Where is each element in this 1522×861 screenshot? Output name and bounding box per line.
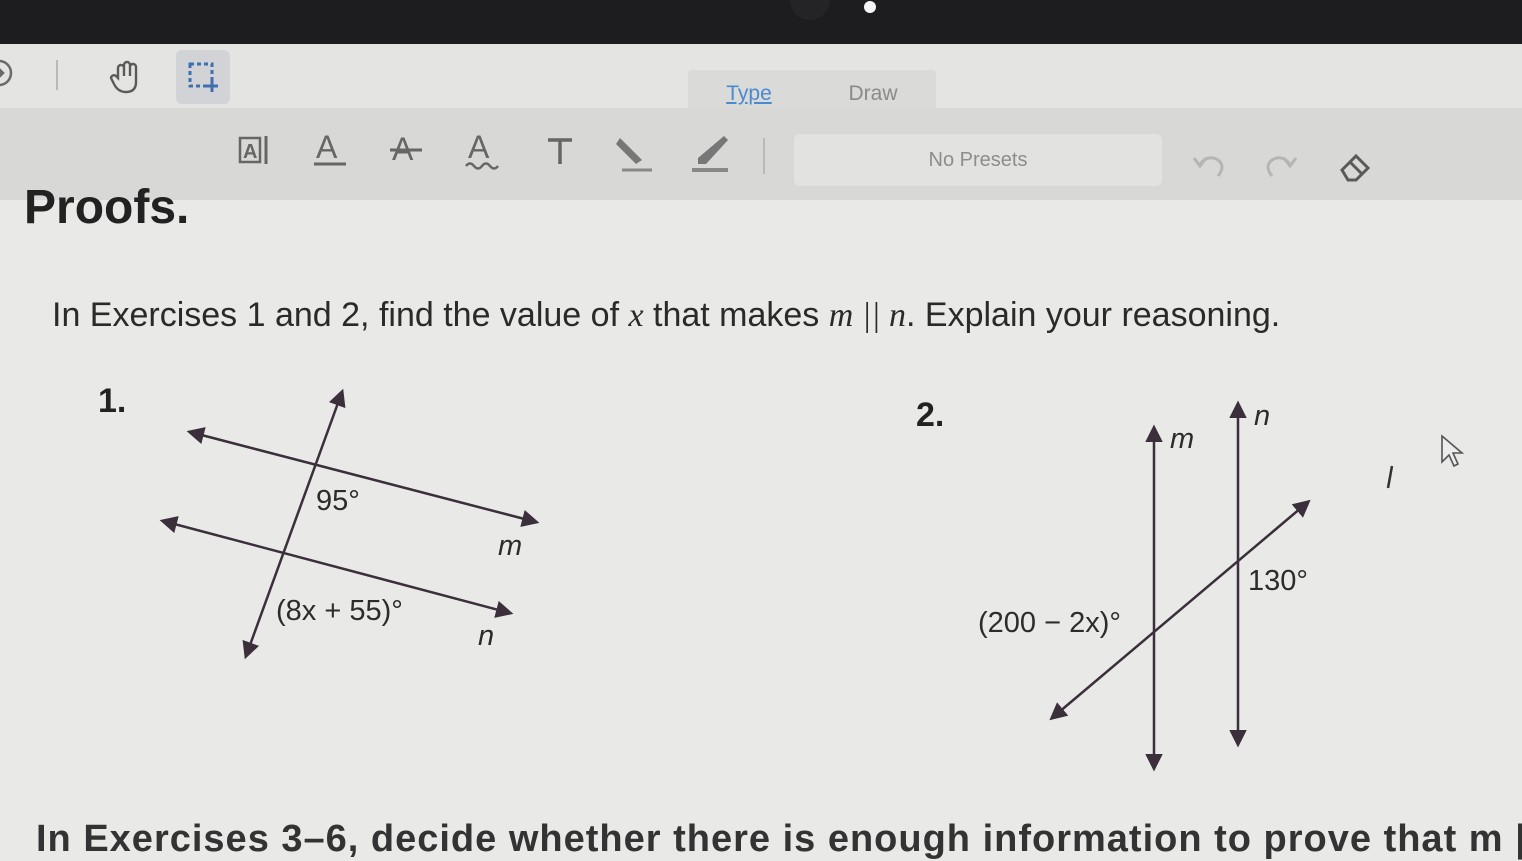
angle-130-label: 130° <box>1248 565 1308 597</box>
angle-95-label: 95° <box>316 485 360 517</box>
mouse-cursor-icon <box>1441 434 1465 468</box>
stray-pen-mark <box>1386 465 1394 489</box>
exercise-2-diagram: 130° (200 − 2x)° m n <box>978 400 1311 772</box>
label-n-ex1: n <box>478 620 494 652</box>
label-m-ex2: m <box>1170 423 1194 455</box>
geometry-figures: 95° (8x + 55)° m n 130° (200 − 2x)° m n <box>159 388 1465 772</box>
label-n-ex2: n <box>1254 400 1270 432</box>
label-m-ex1: m <box>498 530 522 562</box>
line-m-ex1 <box>186 427 540 527</box>
exercise-1-diagram: 95° (8x + 55)° m n <box>159 388 540 660</box>
angle-200-2x-label: (200 − 2x)° <box>978 607 1121 639</box>
cut-off-instruction: In Exercises 3–6, decide whether there i… <box>36 818 1522 860</box>
angle-8x55-label: (8x + 55)° <box>276 595 403 627</box>
